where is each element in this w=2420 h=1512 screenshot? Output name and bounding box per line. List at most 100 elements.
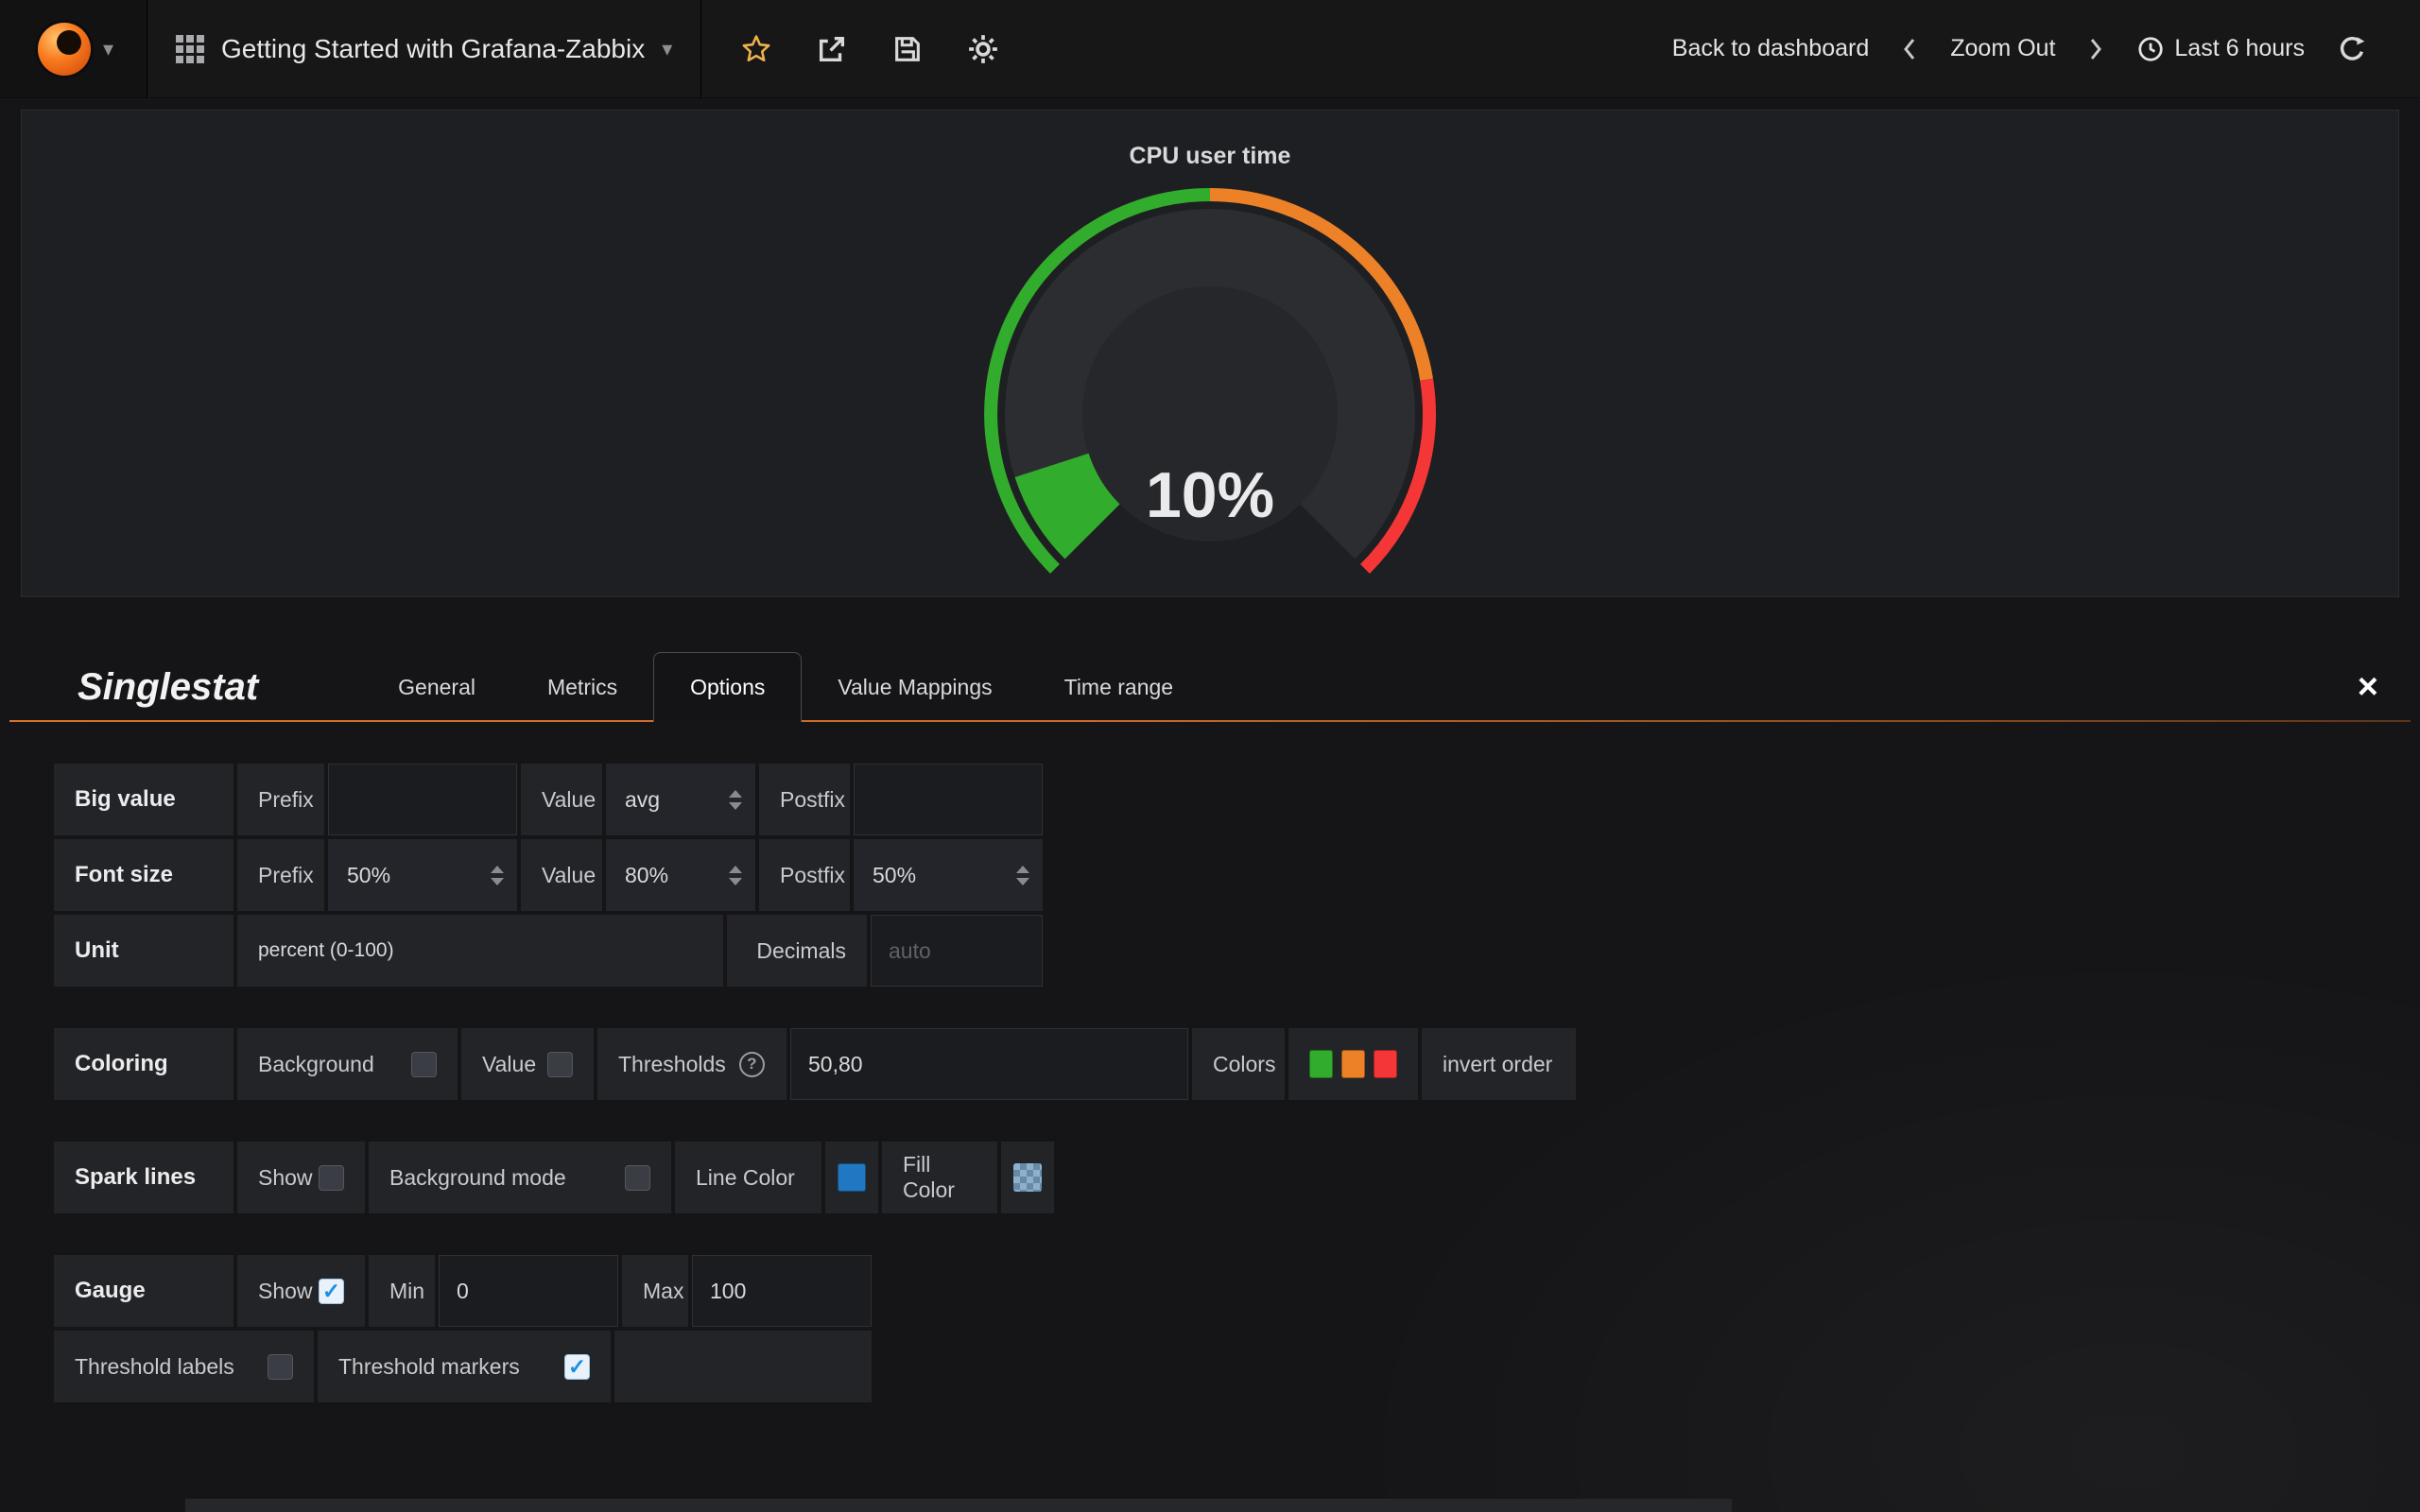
tab-general[interactable]: General — [362, 652, 511, 722]
spark-lines-label: Spark lines — [54, 1142, 233, 1213]
chevron-right-icon — [2087, 35, 2104, 63]
background-mode-option: Background mode — [369, 1142, 671, 1213]
line-color-swatch[interactable] — [838, 1163, 866, 1192]
editor-tabs: General Metrics Options Value Mappings T… — [362, 652, 1209, 722]
svg-text:10%: 10% — [1146, 459, 1274, 531]
spinner-icon — [1016, 866, 1029, 885]
color-swatch-red[interactable] — [1374, 1050, 1397, 1078]
thresholds-input[interactable] — [790, 1028, 1188, 1100]
share-button[interactable] — [794, 0, 870, 97]
line-color-cell — [825, 1142, 878, 1213]
value-label: Value — [521, 764, 602, 835]
value-font-size-value: 80% — [625, 863, 668, 888]
value-checkbox[interactable] — [547, 1052, 573, 1077]
value-label: Value — [482, 1052, 536, 1077]
color-swatch-green[interactable] — [1309, 1050, 1333, 1078]
fill-color-tint — [1013, 1163, 1042, 1192]
postfix-font-size-select[interactable]: 50% — [854, 839, 1043, 911]
prefix-font-size-value: 50% — [347, 863, 390, 888]
tab-value-mappings[interactable]: Value Mappings — [802, 652, 1028, 722]
gear-icon — [967, 33, 999, 65]
color-swatch-orange[interactable] — [1341, 1050, 1365, 1078]
postfix-label: Postfix — [759, 764, 850, 835]
value-font-size-select[interactable]: 80% — [606, 839, 755, 911]
big-value-prefix-input[interactable] — [328, 764, 517, 835]
next-row-edge — [185, 1499, 1732, 1512]
navbar: ▾ Getting Started with Grafana-Zabbix ▾ — [0, 0, 2420, 98]
settings-button[interactable] — [945, 0, 1021, 97]
coloring-background-option: Background — [237, 1028, 458, 1100]
unit-label: Unit — [54, 915, 233, 987]
big-value-stat-select[interactable]: avg — [606, 764, 755, 835]
panel-type-title: Singlestat — [78, 666, 258, 722]
panel-editor-header: Singlestat General Metrics Options Value… — [0, 652, 2420, 722]
invert-order-button[interactable]: invert order — [1422, 1028, 1576, 1100]
refresh-button[interactable] — [2329, 34, 2375, 64]
grafana-logo-icon — [33, 18, 95, 80]
big-value-label: Big value — [54, 764, 233, 835]
gauge-label: Gauge — [54, 1255, 233, 1327]
background-label: Background — [258, 1052, 374, 1077]
gauge-min-input[interactable] — [439, 1255, 618, 1327]
grafana-logo-button[interactable]: ▾ — [0, 0, 147, 97]
fill-color-label: Fill Color — [882, 1142, 997, 1213]
refresh-icon — [2337, 34, 2367, 64]
threshold-markers-checkbox[interactable]: ✓ — [564, 1354, 590, 1380]
title-caret-icon: ▾ — [662, 37, 672, 61]
invert-order-label: invert order — [1443, 1052, 1552, 1077]
navbar-right: Back to dashboard Zoom Out Last 6 hours — [1657, 0, 2420, 97]
prefix-label: Prefix — [237, 764, 324, 835]
background-mode-checkbox[interactable] — [625, 1165, 650, 1191]
background-checkbox[interactable] — [411, 1052, 437, 1077]
big-value-postfix-input[interactable] — [854, 764, 1043, 835]
save-button[interactable] — [870, 0, 945, 97]
navbar-actions — [701, 0, 1038, 97]
gauge-show-checkbox[interactable]: ✓ — [319, 1279, 344, 1304]
filler-cell — [614, 1331, 872, 1402]
chevron-left-icon — [1901, 35, 1918, 63]
fill-color-cell — [1001, 1142, 1054, 1213]
big-value-stat-value: avg — [625, 787, 660, 813]
threshold-labels-checkbox[interactable] — [268, 1354, 293, 1380]
zoom-out-button[interactable]: Zoom Out — [1935, 35, 2070, 62]
unit-value: percent (0-100) — [258, 939, 394, 962]
thresholds-option: Thresholds ? — [597, 1028, 786, 1100]
max-label: Max — [622, 1255, 688, 1327]
star-button[interactable] — [718, 0, 794, 97]
font-size-row: Font size Prefix 50% Value 80% Postfix 5… — [54, 839, 2420, 911]
gauge-max-input[interactable] — [692, 1255, 872, 1327]
show-label: Show — [258, 1279, 313, 1304]
help-icon[interactable]: ? — [739, 1052, 765, 1077]
tab-metrics[interactable]: Metrics — [511, 652, 653, 722]
dashboard-title-dropdown[interactable]: Getting Started with Grafana-Zabbix ▾ — [147, 0, 701, 97]
logo-caret-icon: ▾ — [103, 37, 113, 61]
threshold-options-row: Threshold labels Threshold markers ✓ — [54, 1331, 2420, 1402]
decimals-label: Decimals — [727, 915, 867, 987]
prefix-font-size-select[interactable]: 50% — [328, 839, 517, 911]
min-label: Min — [369, 1255, 435, 1327]
colors-label: Colors — [1192, 1028, 1285, 1100]
star-icon — [740, 33, 772, 65]
tab-time-range[interactable]: Time range — [1028, 652, 1209, 722]
value-label: Value — [521, 839, 602, 911]
panel-title[interactable]: CPU user time — [1130, 143, 1291, 170]
tab-options[interactable]: Options — [653, 652, 802, 722]
postfix-label: Postfix — [759, 839, 850, 911]
time-shift-right-button[interactable] — [2080, 35, 2112, 63]
decimals-input[interactable] — [871, 915, 1043, 987]
time-range-button[interactable]: Last 6 hours — [2121, 35, 2320, 63]
dashboard-title: Getting Started with Grafana-Zabbix — [221, 34, 645, 64]
fill-color-swatch[interactable] — [1013, 1163, 1042, 1192]
back-to-dashboard-button[interactable]: Back to dashboard — [1657, 35, 1884, 62]
coloring-row: Coloring Background Value Thresholds ? C… — [54, 1028, 2420, 1100]
coloring-label: Coloring — [54, 1028, 233, 1100]
show-label: Show — [258, 1165, 313, 1191]
spark-show-checkbox[interactable] — [319, 1165, 344, 1191]
close-editor-button[interactable]: × — [2358, 669, 2378, 705]
time-range-label: Last 6 hours — [2174, 35, 2305, 62]
background-mode-label: Background mode — [389, 1165, 566, 1191]
spinner-icon — [729, 866, 742, 885]
time-shift-left-button[interactable] — [1893, 35, 1926, 63]
threshold-labels-label: Threshold labels — [75, 1354, 234, 1380]
unit-select[interactable]: percent (0-100) — [237, 915, 723, 987]
